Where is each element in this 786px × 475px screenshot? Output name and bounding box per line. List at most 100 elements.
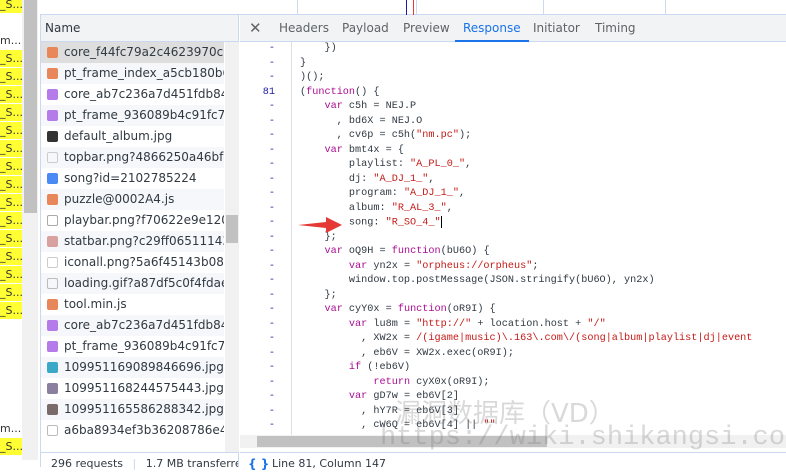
response-code[interactable]: })})(); (function() { var c5h = NEJ.P , b… xyxy=(240,42,786,435)
red-arrow-annotation xyxy=(298,217,342,233)
code-token: + location.host + xyxy=(471,318,588,330)
column-cell[interactable]: _S... xyxy=(0,68,22,85)
horizontal-scrollbar[interactable] xyxy=(240,435,786,448)
document-icon xyxy=(47,173,58,184)
request-row[interactable]: default_album.jpg xyxy=(41,126,224,147)
request-name: 109951165586288342.jpg?p... xyxy=(64,402,224,416)
scrollbar-thumb[interactable] xyxy=(24,0,37,213)
request-row[interactable]: tool.min.js xyxy=(41,294,224,315)
request-row[interactable]: core_f44fc79a2c4623970ca5... xyxy=(41,42,224,63)
column-cell[interactable] xyxy=(0,14,22,31)
request-row[interactable]: 109951168244575443.jpg?p... xyxy=(41,378,224,399)
column-cell[interactable]: _S... xyxy=(0,212,22,229)
left-scrollbar[interactable] xyxy=(22,0,38,460)
request-row[interactable]: statbar.png?c29ff06511143... xyxy=(41,231,224,252)
column-cell[interactable]: _S... xyxy=(0,302,22,319)
column-cell[interactable] xyxy=(0,392,22,409)
request-row[interactable]: loading.gif?a87df5c0f4fdae... xyxy=(41,273,224,294)
request-row[interactable]: song?id=2102785224 xyxy=(41,168,224,189)
code-token: cyY0x = xyxy=(342,304,398,315)
request-name: iconall.png?5a6f45143b08a... xyxy=(64,255,224,269)
column-cell[interactable]: m... xyxy=(0,420,22,437)
pretty-print-icon[interactable]: { } xyxy=(248,453,269,475)
column-cell[interactable] xyxy=(0,374,22,391)
column-cell[interactable]: _S... xyxy=(0,176,22,193)
request-row[interactable]: pt_frame_936089b4c91fc7f6... xyxy=(41,105,224,126)
column-cell[interactable] xyxy=(0,356,22,373)
tab-timing[interactable]: Timing xyxy=(595,15,636,42)
string-token: "http://" xyxy=(416,318,472,330)
column-cell[interactable]: _S... xyxy=(0,248,22,265)
code-line: }; xyxy=(300,289,336,304)
waterfall-strip xyxy=(40,0,786,15)
string-token: "A_DJ_1_" xyxy=(373,173,429,185)
tab-response[interactable]: Response xyxy=(455,15,529,42)
column-cell[interactable]: _S... xyxy=(0,284,22,301)
keyword-token: var xyxy=(324,101,343,112)
image-icon xyxy=(47,362,58,373)
request-name: 109951169089846696.jpg?p... xyxy=(64,360,224,374)
request-row[interactable]: 109951169089846696.jpg?p... xyxy=(41,357,224,378)
request-list-scrollbar[interactable] xyxy=(225,42,239,452)
code-line: }) xyxy=(300,42,336,57)
status-bar: { } Line 81, Column 147 xyxy=(240,452,786,472)
code-token: , hY7R = eb6V[3] xyxy=(300,405,459,417)
request-name: a6ba8934ef3b36208786e44... xyxy=(64,423,224,437)
code-token: yn2x = xyxy=(367,260,417,272)
tab-preview[interactable]: Preview xyxy=(403,15,450,42)
code-token: bmt4x = { xyxy=(342,144,404,156)
request-row[interactable]: core_ab7c236a7d451fdb84... xyxy=(41,84,224,105)
column-cell[interactable]: _S... xyxy=(0,104,22,121)
code-token: gD7w = eb6V[2] xyxy=(367,391,459,402)
column-cell[interactable] xyxy=(0,320,22,337)
scrollbar-thumb[interactable] xyxy=(226,215,238,243)
code-line: program: "A_DJ_1_", xyxy=(300,187,465,202)
column-cell[interactable]: _S... xyxy=(0,86,22,103)
text-cursor xyxy=(440,216,442,228)
column-cell[interactable]: _S... xyxy=(0,122,22,139)
tab-initiator[interactable]: Initiator xyxy=(533,15,580,42)
name-column-header[interactable]: Name xyxy=(41,15,238,42)
code-line: (function() { xyxy=(300,86,380,101)
image-icon xyxy=(47,131,58,142)
request-row[interactable]: playbar.png?f70622e9e1205... xyxy=(41,210,224,231)
keyword-token: if xyxy=(348,362,362,373)
column-cell[interactable]: _S... xyxy=(0,230,22,247)
close-icon[interactable]: ✕ xyxy=(249,19,262,37)
tab-payload[interactable]: Payload xyxy=(342,15,389,42)
column-cell[interactable]: _S... xyxy=(0,140,22,157)
request-row[interactable]: topbar.png?4866250a46bfc... xyxy=(41,147,224,168)
column-cell[interactable]: m... xyxy=(0,32,22,49)
image-icon xyxy=(47,404,58,415)
code-line: , hY7R = eb6V[3] xyxy=(300,405,459,420)
request-name: topbar.png?4866250a46bfc... xyxy=(64,150,224,164)
scrollbar-thumb[interactable] xyxy=(257,436,547,447)
request-row[interactable]: puzzle@0002A4.js xyxy=(41,189,224,210)
request-row[interactable]: a6ba8934ef3b36208786e44... xyxy=(41,420,224,441)
column-cell[interactable]: _S... xyxy=(0,438,22,455)
string-token: "/" xyxy=(587,318,606,330)
request-list-panel: Name core_f44fc79a2c4623970ca5... pt_fram… xyxy=(40,15,239,472)
code-token: } xyxy=(300,57,307,69)
column-cell[interactable]: _S... xyxy=(0,158,22,175)
request-row[interactable]: 109951165586288342.jpg?p... xyxy=(41,399,224,420)
column-cell[interactable] xyxy=(0,338,22,355)
code-line: playlist: "A_PL_0_", xyxy=(300,158,471,173)
request-row[interactable]: core_ab7c236a7d451fdb84... xyxy=(41,315,224,336)
tab-headers[interactable]: Headers xyxy=(279,15,329,42)
response-panel: ✕ Headers Payload Preview Response Initiator… xyxy=(240,15,786,471)
code-token: , xyxy=(446,202,453,214)
column-cell[interactable]: _S... xyxy=(0,50,22,67)
column-cell[interactable]: _S... xyxy=(0,266,22,283)
column-cell[interactable]: _S... xyxy=(0,194,22,211)
column-cell[interactable]: _S... xyxy=(0,0,22,13)
request-row[interactable]: iconall.png?5a6f45143b08a... xyxy=(41,252,224,273)
request-row[interactable]: pt_frame_index_a5cb180b6... xyxy=(41,63,224,84)
css-icon xyxy=(47,89,58,100)
js-icon xyxy=(47,47,58,58)
code-line: , cW6Q = eb6V[4] || "" xyxy=(300,419,496,434)
request-row[interactable]: pt_frame_936089b4c91fc7f6... xyxy=(41,336,224,357)
